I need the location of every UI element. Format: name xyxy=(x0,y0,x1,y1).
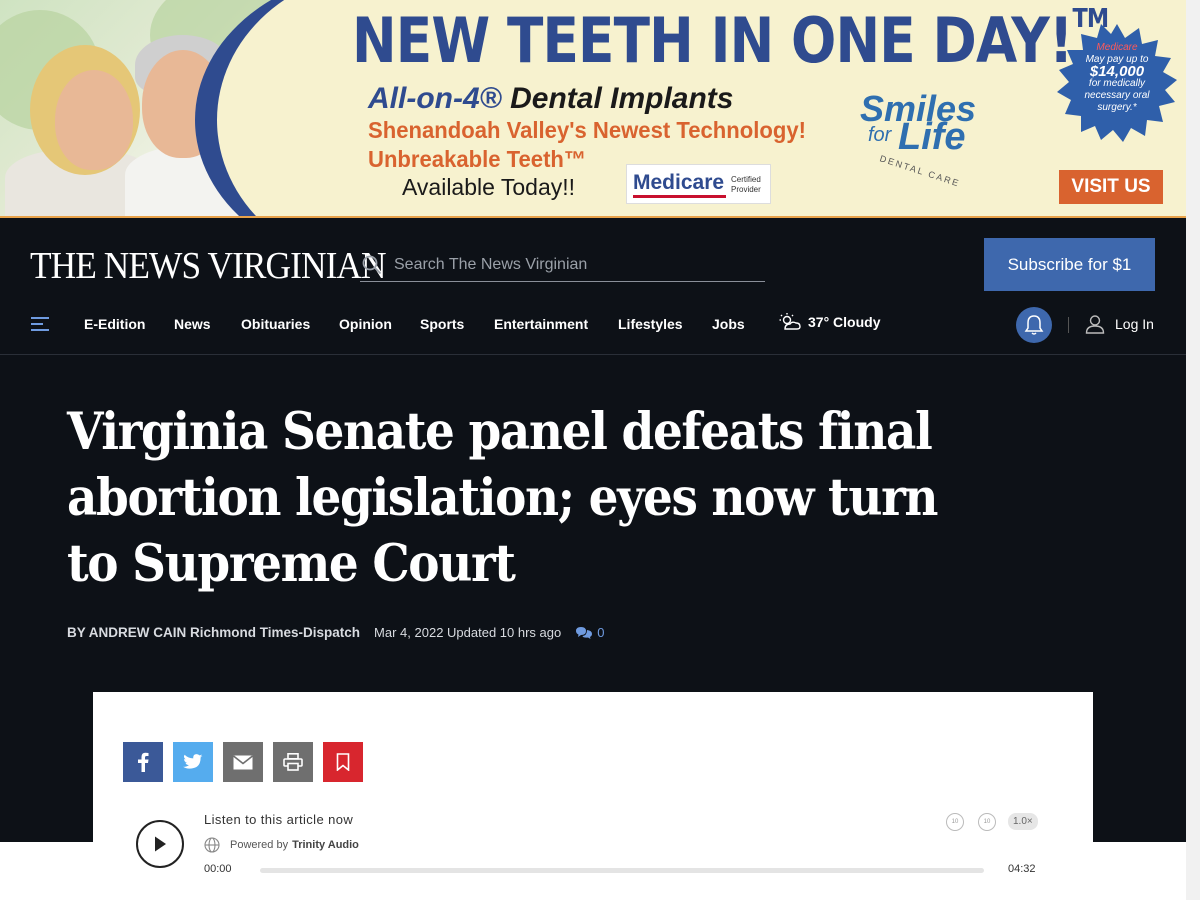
ad-headline: NEW TEETH IN ONE DAY!TM xyxy=(352,4,1109,77)
site-logo[interactable]: THE NEWS VIRGINIAN xyxy=(30,244,387,288)
trinity-audio-link[interactable]: Trinity Audio xyxy=(292,839,359,851)
globe-icon xyxy=(204,837,220,853)
nav-item-e-edition[interactable]: E-Edition xyxy=(84,316,145,332)
progress-bar[interactable] xyxy=(260,868,984,873)
search-icon xyxy=(362,255,382,274)
article-byline: BY ANDREW CAIN Richmond Times-Dispatch M… xyxy=(67,625,604,640)
page-scrollbar[interactable] xyxy=(1186,0,1200,900)
comments-icon xyxy=(576,626,593,639)
playback-speed-button[interactable]: 1.0× xyxy=(1008,813,1038,830)
article-card: Listen to this article now Powered by Tr… xyxy=(93,692,1093,900)
listen-label: Listen to this article now xyxy=(204,812,354,827)
nav-item-news[interactable]: News xyxy=(174,316,211,332)
search-bar[interactable] xyxy=(360,248,765,282)
ad-availability: Available Today!! xyxy=(402,174,576,200)
notifications-button[interactable] xyxy=(1016,307,1052,343)
article-headline: Virginia Senate panel defeats final abor… xyxy=(67,402,939,594)
share-facebook-button[interactable] xyxy=(123,742,163,782)
ad-tagline-2: Unbreakable Teeth™ xyxy=(368,146,587,172)
print-button[interactable] xyxy=(273,742,313,782)
bookmark-icon xyxy=(336,753,350,771)
powered-by: Powered by Trinity Audio xyxy=(204,837,359,853)
smiles-for-life-logo: Smiles for Life DENTAL CARE xyxy=(860,88,977,189)
login-link[interactable]: Log In xyxy=(1085,314,1154,334)
nav-item-entertainment[interactable]: Entertainment xyxy=(494,316,588,332)
comment-count: 0 xyxy=(597,625,605,640)
weather-widget[interactable]: 37° Cloudy xyxy=(778,312,881,332)
facebook-icon xyxy=(138,752,149,772)
login-label: Log In xyxy=(1115,316,1154,332)
print-icon xyxy=(283,753,303,771)
current-time: 00:00 xyxy=(204,863,232,875)
nav-item-sports[interactable]: Sports xyxy=(420,316,464,332)
ad-tagline: Shenandoah Valley's Newest Technology! xyxy=(368,117,806,143)
forward-10-icon[interactable]: 10 xyxy=(978,813,996,831)
menu-icon[interactable] xyxy=(31,317,49,333)
nav-item-jobs[interactable]: Jobs xyxy=(712,316,745,332)
share-twitter-button[interactable] xyxy=(173,742,213,782)
search-input[interactable] xyxy=(394,255,754,274)
share-email-button[interactable] xyxy=(223,742,263,782)
total-time: 04:32 xyxy=(1008,863,1036,875)
bookmark-button[interactable] xyxy=(323,742,363,782)
subscribe-button[interactable]: Subscribe for $1 xyxy=(984,238,1155,291)
visit-us-button[interactable]: VISIT US xyxy=(1059,170,1163,204)
ad-banner[interactable]: NEW TEETH IN ONE DAY!TM All-on-4® Dental… xyxy=(0,0,1186,218)
starburst-text: Medicare May pay up to $14,000 for medic… xyxy=(1084,42,1150,113)
medicare-logo: Medicare Certified Provider xyxy=(626,164,771,204)
nav-item-opinion[interactable]: Opinion xyxy=(339,316,392,332)
play-button[interactable] xyxy=(136,820,184,868)
nav-item-lifestyles[interactable]: Lifestyles xyxy=(618,316,683,332)
twitter-icon xyxy=(183,754,203,769)
partly-cloudy-icon xyxy=(779,313,801,330)
publish-date: Mar 4, 2022 Updated 10 hrs ago xyxy=(374,625,562,640)
comments-link[interactable]: 0 xyxy=(575,625,604,640)
author-credit[interactable]: BY ANDREW CAIN Richmond Times-Dispatch xyxy=(67,625,360,640)
weather-text: 37° Cloudy xyxy=(808,314,881,330)
nav-divider xyxy=(1068,317,1069,333)
site-header: THE NEWS VIRGINIAN Subscribe for $1 E-Ed… xyxy=(0,218,1186,355)
main-nav: E-Edition News Obituaries Opinion Sports… xyxy=(0,306,1186,346)
bell-icon xyxy=(1024,315,1044,335)
audio-player: Listen to this article now Powered by Tr… xyxy=(133,810,1043,890)
ad-product-line: All-on-4® Dental Implants xyxy=(368,82,734,115)
play-icon xyxy=(155,836,166,852)
rewind-10-icon[interactable]: 10 xyxy=(946,813,964,831)
nav-item-obituaries[interactable]: Obituaries xyxy=(241,316,310,332)
user-icon xyxy=(1085,315,1105,334)
email-icon xyxy=(233,754,253,769)
